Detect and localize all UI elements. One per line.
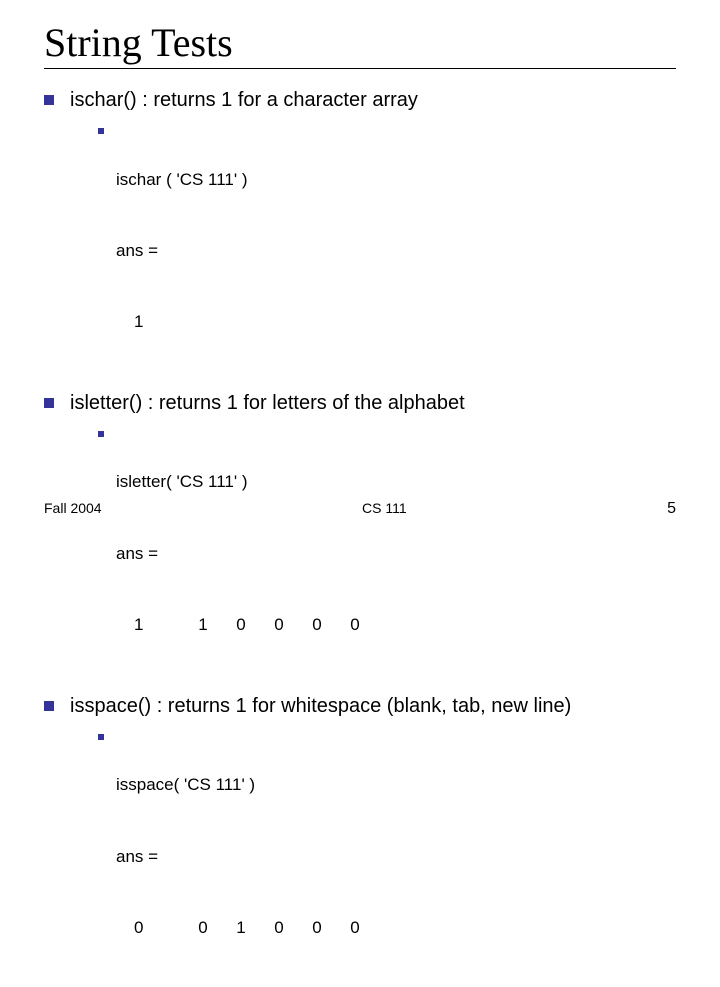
result-value: 0 [260, 916, 298, 940]
result-value: 0 [336, 613, 374, 637]
sub-bullet-item: ischar ( 'CS 111' ) ans = 1 [98, 120, 676, 382]
result-value: 1 [184, 613, 222, 637]
bullet-text: isletter() : returns 1 for letters of th… [70, 390, 465, 417]
bullet-text: isspace() : returns 1 for whitespace (bl… [70, 693, 571, 720]
square-bullet-icon [44, 701, 54, 711]
bullet-item: ischar() : returns 1 for a character arr… [44, 87, 676, 114]
result-value: 0 [260, 613, 298, 637]
code-result-row: 0 0 1 0 0 0 [116, 916, 374, 940]
footer-left: Fall 2004 [44, 500, 102, 516]
result-value: 1 [116, 613, 184, 637]
footer: Fall 2004 CS 111 5 [0, 500, 720, 518]
code-result-row: 1 1 0 0 0 0 [116, 613, 374, 637]
bullet-text: ischar() : returns 1 for a character arr… [70, 87, 418, 114]
code-ans-label: ans = [116, 542, 374, 566]
slide-body: ischar() : returns 1 for a character arr… [44, 87, 676, 987]
code-block: isletter( 'CS 111' ) ans = 1 1 0 0 0 0 [116, 423, 374, 685]
square-bullet-icon [98, 431, 104, 437]
square-bullet-icon [98, 734, 104, 740]
bullet-item: isspace() : returns 1 for whitespace (bl… [44, 693, 676, 720]
page-number: 5 [667, 500, 676, 518]
result-value: 0 [336, 916, 374, 940]
code-block: ischar ( 'CS 111' ) ans = 1 [116, 120, 248, 382]
result-value: 1 [116, 310, 184, 334]
code-result-row: 1 [116, 310, 248, 334]
slide-title: String Tests [44, 22, 676, 64]
result-value: 0 [298, 916, 336, 940]
sub-bullet-item: isspace( 'CS 111' ) ans = 0 0 1 0 0 0 [98, 726, 676, 987]
code-block: isspace( 'CS 111' ) ans = 0 0 1 0 0 0 [116, 726, 374, 987]
code-call: isletter( 'CS 111' ) [116, 470, 374, 494]
result-value: 0 [298, 613, 336, 637]
code-call: ischar ( 'CS 111' ) [116, 168, 248, 192]
code-ans-label: ans = [116, 239, 248, 263]
result-value: 0 [116, 916, 184, 940]
square-bullet-icon [44, 398, 54, 408]
code-call: isspace( 'CS 111' ) [116, 773, 374, 797]
result-value: 0 [222, 613, 260, 637]
sub-bullet-item: isletter( 'CS 111' ) ans = 1 1 0 0 0 0 [98, 423, 676, 685]
result-value: 1 [222, 916, 260, 940]
title-rule [44, 68, 676, 69]
square-bullet-icon [44, 95, 54, 105]
footer-center: CS 111 [362, 500, 407, 516]
bullet-item: isletter() : returns 1 for letters of th… [44, 390, 676, 417]
result-value: 0 [184, 916, 222, 940]
code-ans-label: ans = [116, 845, 374, 869]
slide: String Tests ischar() : returns 1 for a … [0, 0, 720, 540]
square-bullet-icon [98, 128, 104, 134]
